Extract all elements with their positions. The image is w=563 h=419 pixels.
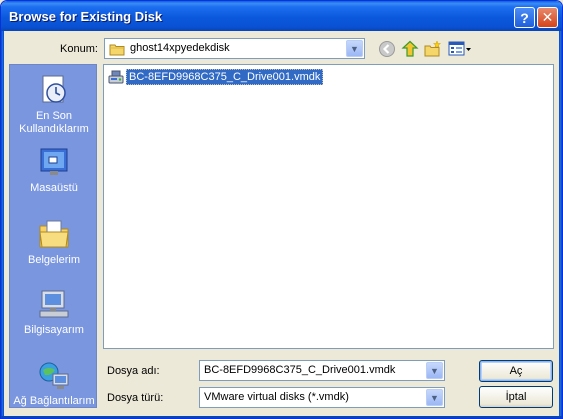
close-button[interactable]: ✕ <box>537 7 558 28</box>
my-documents-icon <box>39 220 69 248</box>
place-label: En Son Kullandıklarım <box>19 110 89 135</box>
filetype-value: VMware virtual disks (*.vmdk) <box>204 391 349 403</box>
place-recent[interactable]: En Son Kullandıklarım <box>10 73 98 136</box>
list-item[interactable]: BC-8EFD9968C375_C_Drive001.vmdk <box>108 69 324 85</box>
filetype-dropdown[interactable]: VMware virtual disks (*.vmdk) ▼ <box>199 387 445 408</box>
open-button-label: Aç <box>509 365 523 377</box>
file-name: BC-8EFD9968C375_C_Drive001.vmdk <box>126 69 324 85</box>
chevron-down-icon[interactable]: ▼ <box>426 389 443 406</box>
place-label: Ağ Bağlantılarım <box>13 395 95 407</box>
open-button[interactable]: Aç <box>479 360 553 382</box>
network-places-icon <box>39 362 69 389</box>
new-folder-icon[interactable] <box>424 40 442 58</box>
cancel-button-label: İptal <box>505 391 527 403</box>
chevron-down-icon[interactable]: ▼ <box>346 40 363 57</box>
location-value: ghost14xpyedekdisk <box>130 42 230 54</box>
folder-icon <box>109 44 125 56</box>
window-frame-right <box>559 31 562 418</box>
location-dropdown[interactable]: ghost14xpyedekdisk ▼ <box>104 38 365 59</box>
dialog-window: Browse for Existing Disk ? ✕ Konum: ghos… <box>0 0 563 419</box>
cancel-button[interactable]: İptal <box>479 386 553 408</box>
vmdk-disk-icon <box>108 70 124 84</box>
filetype-label: Dosya türü: <box>107 392 164 404</box>
filename-input[interactable]: BC-8EFD9968C375_C_Drive001.vmdk ▼ <box>199 360 445 381</box>
window-frame-left <box>1 31 4 418</box>
help-icon: ? <box>520 9 529 26</box>
place-desktop[interactable]: Masaüstü <box>10 145 98 195</box>
place-label: Masaüstü <box>30 182 78 194</box>
view-menu-icon[interactable] <box>448 40 472 58</box>
recent-documents-icon <box>42 75 66 103</box>
file-list[interactable]: BC-8EFD9968C375_C_Drive001.vmdk <box>103 64 554 349</box>
place-label: Bilgisayarım <box>24 324 84 336</box>
place-my-computer[interactable]: Bilgisayarım <box>10 287 98 337</box>
my-computer-icon <box>39 290 69 318</box>
desktop-icon <box>40 148 68 175</box>
location-label: Konum: <box>60 43 98 55</box>
filename-value: BC-8EFD9968C375_C_Drive001.vmdk <box>204 364 396 376</box>
chevron-down-icon[interactable]: ▼ <box>426 362 443 379</box>
filename-label: Dosya adı: <box>107 365 160 377</box>
place-label: Belgelerim <box>28 254 80 266</box>
close-icon: ✕ <box>541 9 554 25</box>
title-bar[interactable]: Browse for Existing Disk ? ✕ <box>1 1 562 31</box>
window-title: Browse for Existing Disk <box>9 9 163 24</box>
place-my-documents[interactable]: Belgelerim <box>10 217 98 267</box>
help-button[interactable]: ? <box>514 7 535 28</box>
places-bar: En Son Kullandıklarım Masaüstü Belgeleri… <box>9 64 97 408</box>
place-network[interactable]: Ağ Bağlantılarım <box>10 358 98 408</box>
back-icon[interactable] <box>378 40 396 58</box>
up-folder-icon[interactable] <box>401 40 419 58</box>
